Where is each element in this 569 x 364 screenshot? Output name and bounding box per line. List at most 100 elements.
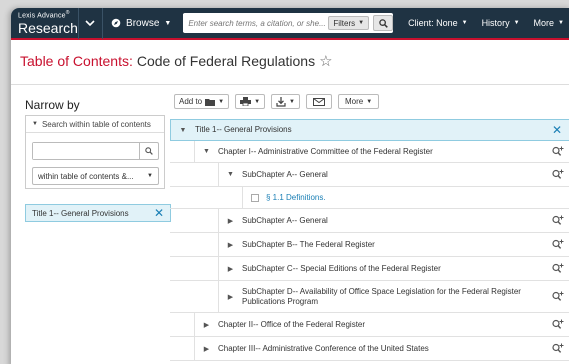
caret-down-icon: ▼: [32, 121, 38, 127]
search-button[interactable]: [373, 15, 394, 31]
caret-down-icon: ▼: [147, 173, 153, 179]
collapse-toggle[interactable]: ▼: [194, 141, 218, 162]
narrow-search-panel: ▼ Search within table of contents within…: [25, 115, 165, 189]
search-within-button[interactable]: [545, 209, 569, 232]
row-checkbox[interactable]: [242, 187, 266, 208]
narrow-scope-select[interactable]: within table of contents &... ▼: [32, 167, 159, 185]
close-icon[interactable]: ✕: [154, 207, 164, 219]
section-link[interactable]: § 1.1 Definitions.: [266, 193, 545, 202]
more-menu[interactable]: More ▼: [527, 18, 569, 28]
more-label: More: [533, 18, 555, 28]
page-title-text: Code of Federal Regulations: [136, 53, 316, 69]
toc-row[interactable]: ▼ Chapter I-- Administrative Committee of…: [170, 141, 569, 163]
caret-down-icon: ▼: [179, 126, 187, 134]
toc-row[interactable]: ▶ SubChapter A-- General: [170, 209, 569, 233]
row-label: SubChapter D-- Availability of Office Sp…: [242, 287, 521, 306]
brand-research-label: Research: [18, 20, 78, 37]
row-action-empty: [545, 187, 569, 208]
narrow-scope-value: within table of contents &...: [38, 171, 134, 181]
add-to-button[interactable]: Add to ▼: [174, 94, 230, 109]
caret-down-icon: ▼: [366, 98, 373, 105]
search-within-button[interactable]: [545, 337, 569, 360]
brand-registered-mark: ®: [65, 9, 70, 16]
toc-row[interactable]: ▶ SubChapter B-- The Federal Register: [170, 233, 569, 257]
page-title-prefix: Table of Contents:: [20, 53, 133, 69]
active-filter-chip: Title 1-- General Provisions ✕: [25, 204, 171, 222]
caret-down-icon: ▼: [164, 19, 172, 27]
toc-row[interactable]: ▶ Chapter III-- Administrative Conference…: [170, 337, 569, 361]
expand-toggle[interactable]: ▶: [218, 233, 242, 256]
expand-toggle[interactable]: ▶: [194, 313, 218, 336]
browse-label: Browse: [126, 17, 160, 29]
toolbar-more-button[interactable]: More ▼: [338, 94, 380, 109]
envelope-icon: [313, 97, 325, 106]
compass-icon: [111, 18, 121, 28]
row-indent: [170, 209, 218, 232]
search-within-button[interactable]: [545, 313, 569, 336]
search-within-button[interactable]: [545, 257, 569, 280]
download-button[interactable]: ▼: [271, 94, 300, 109]
search-plus-icon: [552, 319, 564, 329]
divider: [11, 84, 569, 85]
toc-row[interactable]: § 1.1 Definitions.: [170, 187, 569, 209]
expand-toggle[interactable]: ▶: [194, 337, 218, 360]
narrow-search-field: [32, 142, 159, 160]
collapse-toggle[interactable]: ▼: [171, 120, 195, 140]
caret-right-icon: ▶: [203, 345, 210, 353]
caret-right-icon: ▶: [227, 265, 234, 273]
row-indent: [170, 163, 218, 186]
caret-down-icon: ▼: [254, 98, 261, 105]
email-button[interactable]: [306, 94, 332, 109]
history-menu[interactable]: History ▼: [475, 18, 527, 28]
row-indent: [170, 337, 194, 360]
history-label: History: [481, 18, 510, 28]
toc-tree: ▼ Title 1-- General Provisions ✕ ▼ Chapter I…: [170, 119, 569, 361]
row-indent: [170, 187, 242, 208]
toc-row[interactable]: ▼ Title 1-- General Provisions ✕: [170, 119, 569, 141]
search-within-toggle[interactable]: ▼ Search within table of contents: [26, 116, 164, 133]
row-label: SubChapter A-- General: [242, 215, 328, 225]
expand-toggle[interactable]: ▶: [218, 209, 242, 232]
toc-toolbar: Add to ▼ ▼ ▼ More ▼: [174, 94, 380, 109]
product-switcher-button[interactable]: [77, 8, 104, 39]
client-menu[interactable]: Client: None ▼: [401, 18, 474, 28]
star-icon[interactable]: ☆: [319, 52, 332, 70]
row-label: Chapter III-- Administrative Conference …: [218, 343, 429, 353]
search-input[interactable]: [183, 14, 329, 32]
folder-icon: [205, 98, 216, 106]
narrow-search-button[interactable]: [139, 143, 158, 159]
active-filter-label: Title 1-- General Provisions: [32, 208, 129, 218]
client-label: Client: None: [408, 18, 458, 28]
checkbox-icon: [250, 193, 259, 202]
brand-logo[interactable]: Lexis Advance® Research: [11, 9, 78, 37]
toc-row[interactable]: ▶ SubChapter C-- Special Editions of the …: [170, 257, 569, 281]
expand-toggle[interactable]: ▶: [218, 257, 242, 280]
close-icon[interactable]: ✕: [544, 120, 569, 140]
printer-icon: [240, 97, 252, 106]
caret-down-icon: ▼: [513, 20, 520, 26]
narrow-by-heading: Narrow by: [25, 98, 80, 112]
caret-right-icon: ▶: [227, 293, 234, 301]
expand-toggle[interactable]: ▶: [218, 281, 242, 312]
browse-menu[interactable]: Browse ▼: [103, 18, 179, 29]
caret-down-icon: ▼: [289, 98, 295, 105]
collapse-toggle[interactable]: ▼: [218, 163, 242, 186]
brand-product-name: Lexis Advance: [18, 12, 66, 20]
caret-down-icon: ▼: [358, 20, 365, 26]
caret-right-icon: ▶: [227, 241, 234, 249]
search-within-button[interactable]: [545, 141, 569, 162]
search-icon: [378, 18, 388, 28]
toc-row[interactable]: ▼ SubChapter A-- General: [170, 163, 569, 187]
filters-button[interactable]: Filters ▼: [328, 16, 370, 30]
narrow-search-input[interactable]: [33, 143, 139, 159]
toc-row[interactable]: ▶ SubChapter D-- Availability of Office S…: [170, 281, 569, 313]
search-within-button[interactable]: [545, 163, 569, 186]
search-plus-icon: [552, 169, 564, 179]
print-button[interactable]: ▼: [235, 94, 266, 109]
search-within-button[interactable]: [545, 233, 569, 256]
toc-row[interactable]: ▶ Chapter II-- Office of the Federal Regi…: [170, 313, 569, 337]
filters-label: Filters: [333, 18, 356, 28]
caret-down-icon: ▼: [203, 148, 210, 155]
search-within-button[interactable]: [545, 281, 569, 312]
search-plus-icon: [552, 291, 564, 301]
